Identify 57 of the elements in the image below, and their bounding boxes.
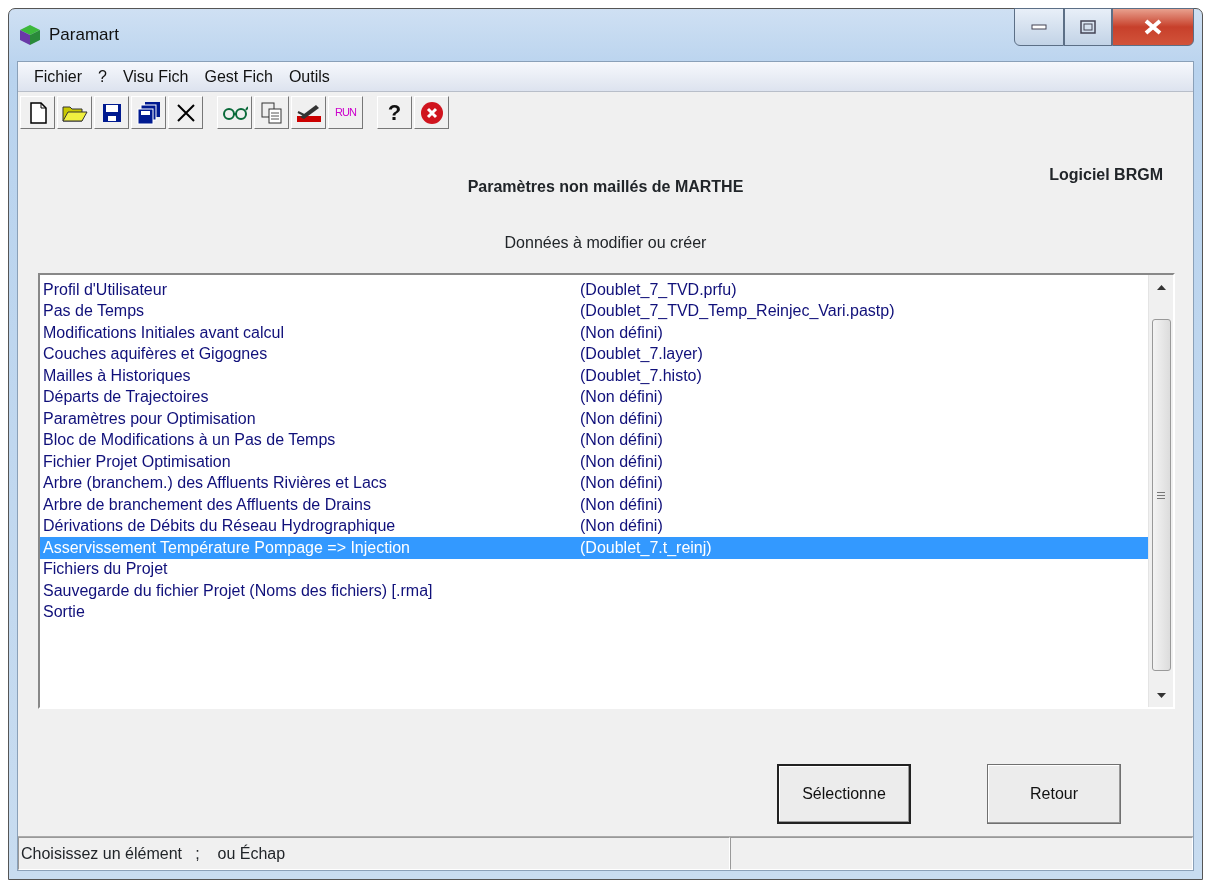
list-item[interactable]: Dérivations de Débits du Réseau Hydrographique (Non défini) <box>40 515 1148 537</box>
list-item[interactable]: Mailles à Historiques (Doublet_7.histo) <box>40 365 1148 387</box>
menu-item[interactable]: Visu Fich <box>114 64 197 89</box>
stacked-disks-button[interactable] <box>131 96 166 129</box>
folder-button[interactable] <box>57 96 92 129</box>
floppy-disk-button[interactable] <box>94 96 129 129</box>
list-item[interactable]: Couches aquifères et Gigognes (Doublet_7.layer) <box>40 343 1148 365</box>
close-button[interactable] <box>1112 8 1194 46</box>
list-item[interactable]: Paramètres pour Optimisation (Non défini) <box>40 408 1148 430</box>
maximize-button[interactable] <box>1064 8 1112 46</box>
window-title: Paramart <box>49 24 119 47</box>
stacked-disks-icon <box>136 100 161 125</box>
new-file-icon <box>28 101 47 124</box>
list-item[interactable]: Fichier Projet Optimisation (Non défini) <box>40 451 1148 473</box>
list-item[interactable]: Modifications Initiales avant calcul (Non défini) <box>40 322 1148 344</box>
list-item[interactable]: Pas de Temps (Doublet_7_TVD_Temp_Reinjec_Vari.pastp) <box>40 300 1148 322</box>
vendor-label: Logiciel BRGM <box>1049 165 1163 185</box>
help-button[interactable]: ? <box>377 96 412 129</box>
list-item[interactable]: Arbre (branchem.) des Affluents Rivières et Lacs (Non défini) <box>40 472 1148 494</box>
dialog-button[interactable]: Retour <box>987 764 1121 824</box>
scrollbar[interactable] <box>1148 275 1173 707</box>
copy-icon <box>260 101 283 124</box>
list-item[interactable]: Fichiers du Projet <box>40 558 1148 580</box>
instruction-text: Données à modifier ou créer <box>504 234 707 251</box>
scroll-thumb[interactable] <box>1151 319 1171 671</box>
list-item[interactable]: Arbre de branchement des Affluents de Drains (Non défini) <box>40 494 1148 516</box>
new-file-button[interactable] <box>20 96 55 129</box>
cross-icon <box>174 101 197 124</box>
menu-item[interactable]: ? <box>90 64 115 89</box>
grip-icon <box>1157 491 1165 499</box>
close-icon <box>1143 19 1163 35</box>
pen-button[interactable] <box>291 96 326 129</box>
down-arrow-icon <box>1156 692 1166 698</box>
pen-icon <box>295 102 322 123</box>
cross-button[interactable] <box>168 96 203 129</box>
stop-button[interactable] <box>414 96 449 129</box>
menu-item[interactable]: Outils <box>280 64 338 89</box>
list-item[interactable]: Profil d'Utilisateur (Doublet_7_TVD.prfu) <box>40 279 1148 301</box>
menu-item[interactable]: Gest Fich <box>196 64 281 89</box>
list-item[interactable]: Sauvegarde du fichier Projet (Noms des fichiers) [.rma] <box>40 580 1148 602</box>
up-arrow-icon <box>1156 284 1166 290</box>
copy-button[interactable] <box>254 96 289 129</box>
list-item[interactable]: Sortie <box>40 601 1148 623</box>
stop-icon <box>419 100 444 125</box>
maximize-icon <box>1080 20 1096 34</box>
dialog-heading: Paramètres non maillés de MARTHE <box>467 178 744 195</box>
minimize-button[interactable] <box>1014 8 1064 46</box>
glasses-icon <box>221 105 248 120</box>
status-text: Choisissez un élément ; ou Échap <box>18 837 730 870</box>
list-item[interactable]: Départs de Trajectoires (Non défini) <box>40 386 1148 408</box>
dialog-button[interactable]: Sélectionne <box>777 764 911 824</box>
glasses-button[interactable] <box>217 96 252 129</box>
run-button[interactable]: RUN <box>328 96 363 129</box>
app-icon <box>19 24 41 46</box>
list-item[interactable]: Bloc de Modifications à un Pas de Temps (Non défini) <box>40 429 1148 451</box>
menu-item[interactable]: Fichier <box>26 64 90 89</box>
minimize-icon <box>1031 24 1047 30</box>
